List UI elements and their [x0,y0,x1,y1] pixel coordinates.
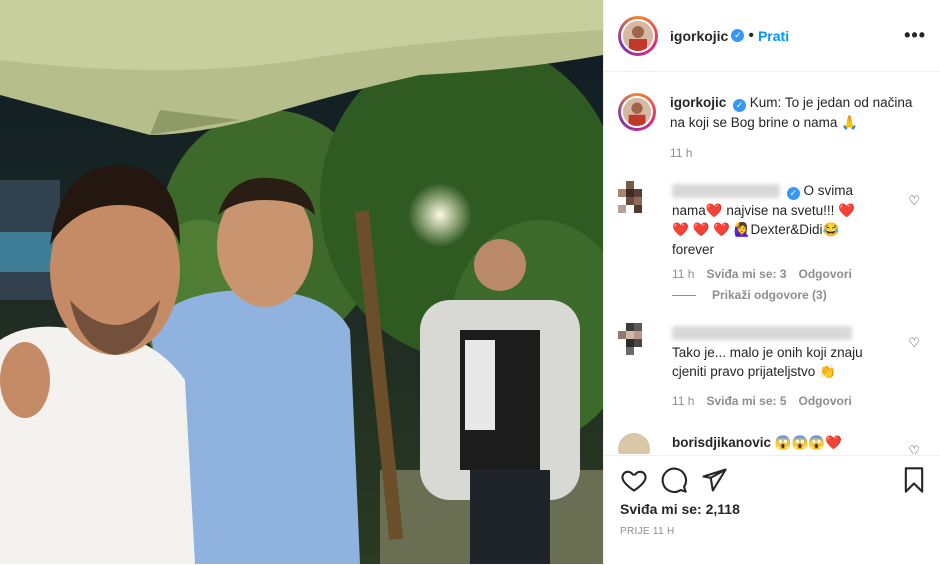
paper-plane-icon[interactable] [700,466,728,494]
verified-badge-icon: ✓ [786,187,800,200]
follow-button[interactable]: Prati [758,28,789,44]
comment-timestamp[interactable]: 11 h [672,394,694,408]
comment-item: Tako je... malo je onih koji znaju cjeni… [618,323,924,408]
likes-count[interactable]: Sviđa mi se: 2,118 [620,501,740,517]
comment-username[interactable]: borisdjikanovic [672,435,771,450]
comment-item: borisdjikanovic 😱😱😱❤️ [618,433,924,454]
view-replies[interactable]: Prikaži odgovore (3) [672,288,827,302]
post-sidebar: igorkojic ✓ • Prati ••• igorkojic ✓ Kum: [603,0,940,564]
comment-like-heart-icon[interactable]: ♡ [908,443,920,454]
caption-text-block: igorkojic ✓ Kum: To je jedan od načina n… [670,93,924,132]
reply-button[interactable]: Odgovori [799,267,852,281]
instagram-post-view: igorkojic ✓ • Prati ••• igorkojic ✓ Kum: [0,0,940,564]
comment-item: ✓ O svima nama❤️ najvise na svetu!!! ❤️ … [618,181,924,281]
comment-like-heart-icon[interactable]: ♡ [908,193,920,209]
verified-badge-icon: ✓ [733,99,747,112]
comment-avatar[interactable] [618,433,650,454]
comment-text-block: ✓ O svima nama❤️ najvise na svetu!!! ❤️ … [672,181,872,259]
comment-text: Tako je... malo je onih koji znaju cjeni… [672,344,863,380]
post-timestamp[interactable]: PRIJE 11 H [620,526,675,537]
view-replies-label[interactable]: Prikaži odgovore (3) [712,288,827,302]
post-actions: Sviđa mi se: 2,118 PRIJE 11 H [604,455,940,565]
more-options-icon[interactable]: ••• [904,25,926,46]
post-author-username[interactable]: igorkojic [670,28,728,44]
avatar-image [621,18,655,53]
caption-meta: 11 h [670,146,924,160]
bookmark-icon[interactable] [900,466,928,494]
comment-avatar-pixelated[interactable] [618,181,650,213]
comments-list[interactable]: igorkojic ✓ Kum: To je jedan od načina n… [604,73,940,454]
replies-line [672,294,696,296]
caption: igorkojic ✓ Kum: To je jedan od načina n… [618,93,924,160]
post-photo[interactable] [0,0,603,564]
blurred-username[interactable] [672,326,852,341]
comment-timestamp[interactable]: 11 h [672,267,694,281]
verified-badge-icon: ✓ [731,29,745,42]
comment-text-block: borisdjikanovic 😱😱😱❤️ [672,433,842,454]
caption-avatar[interactable] [618,93,656,131]
comment-likes[interactable]: Sviđa mi se: 5 [706,394,786,408]
post-header: igorkojic ✓ • Prati ••• [604,0,940,72]
caption-username[interactable]: igorkojic [670,95,726,110]
comment-avatar-pixelated[interactable] [618,323,650,355]
heart-icon[interactable] [620,466,648,494]
comment-text-block: Tako je... malo je onih koji znaju cjeni… [672,323,882,382]
comment-meta: 11 h Sviđa mi se: 5 Odgovori [672,394,882,408]
comment-like-heart-icon[interactable]: ♡ [908,335,920,351]
comment-meta: 11 h Sviđa mi se: 3 Odgovori [672,267,872,281]
profile-avatar[interactable] [618,15,658,56]
reply-button[interactable]: Odgovori [799,394,852,408]
caption-timestamp[interactable]: 11 h [670,146,692,160]
comment-text: 😱😱😱❤️ [774,435,843,450]
blurred-username[interactable] [672,184,780,199]
comment-likes[interactable]: Sviđa mi se: 3 [706,267,786,281]
caption-avatar-image [621,96,653,128]
comment-icon[interactable] [660,466,688,494]
photo-illustration [0,0,603,564]
separator-dot: • [748,26,754,44]
